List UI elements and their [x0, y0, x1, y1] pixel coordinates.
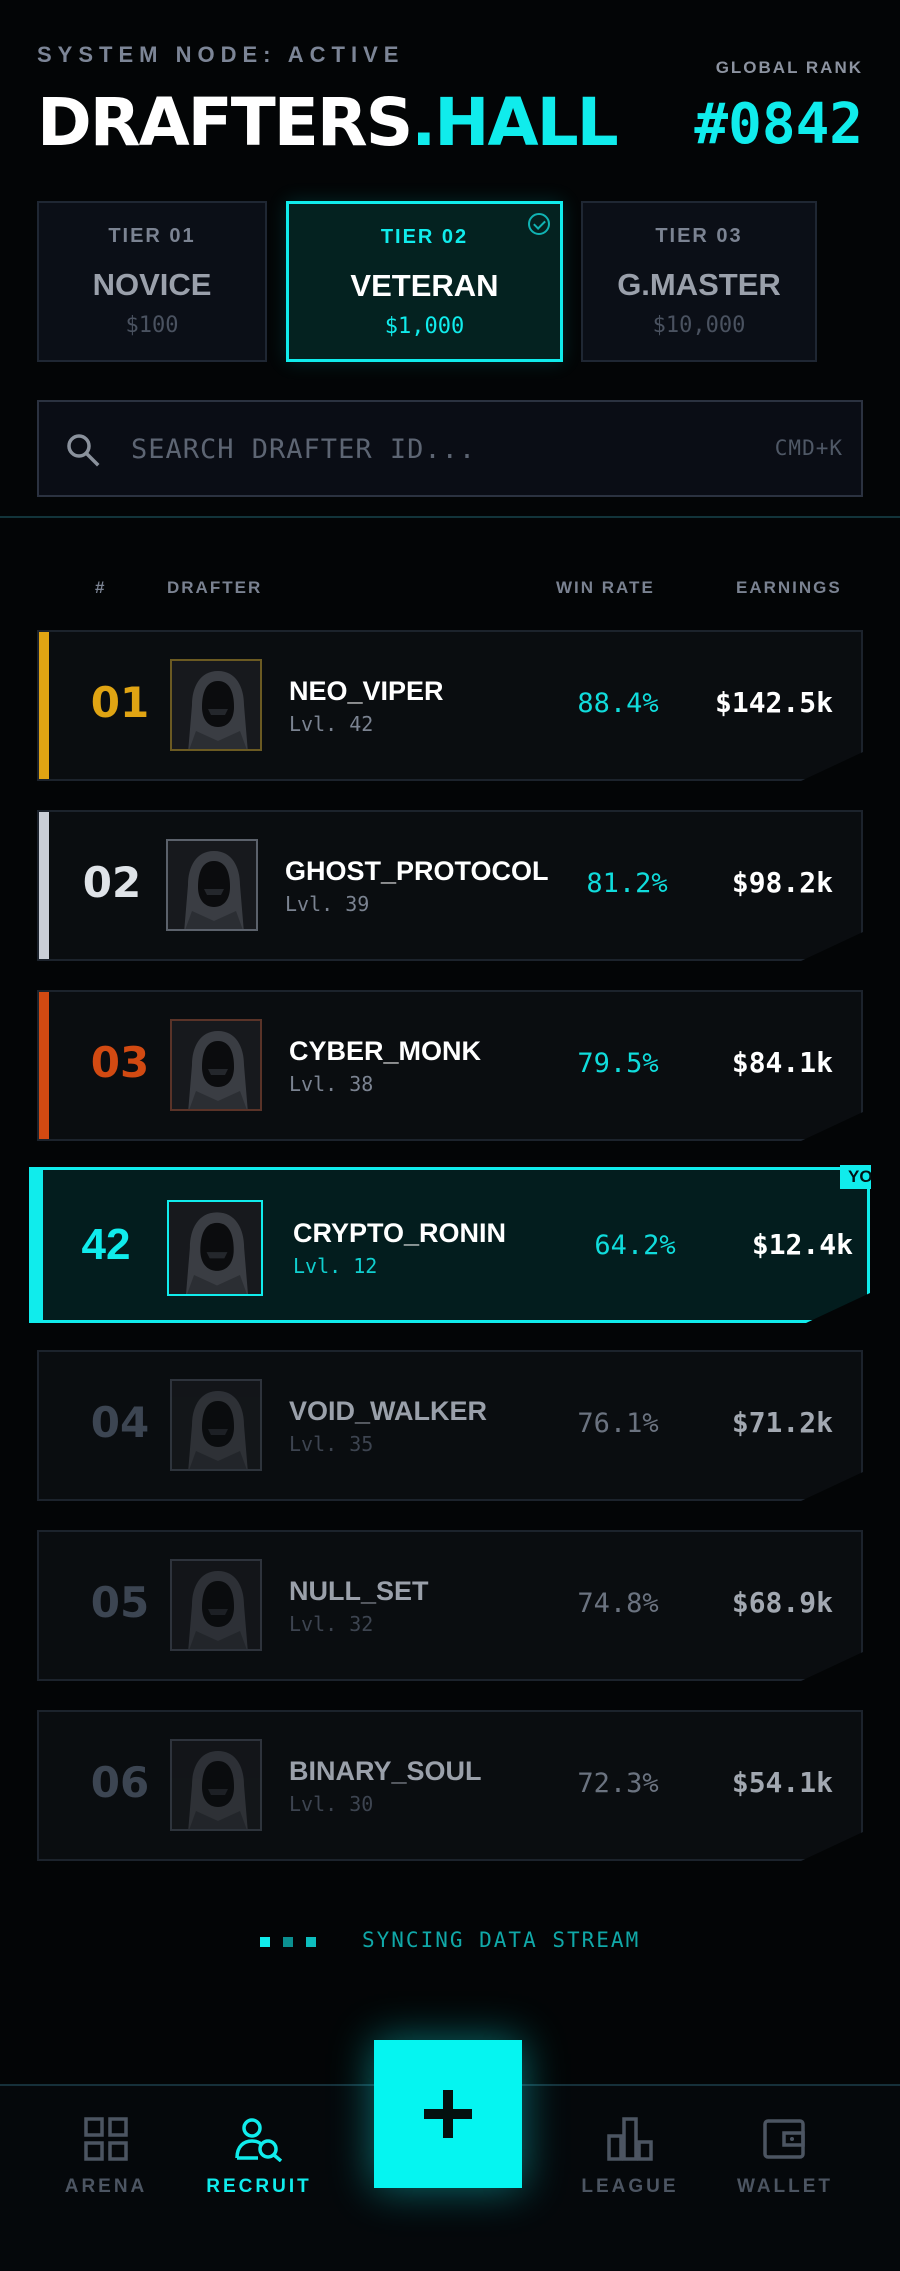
- win-rate: 64.2%: [594, 1230, 676, 1261]
- wallet-icon: [763, 2119, 805, 2159]
- rank-number: 06: [90, 1758, 150, 1807]
- tier-card-novice[interactable]: TIER 01 NOVICE $100: [37, 201, 267, 362]
- tier-price: $100: [125, 313, 179, 338]
- drafter-level: Lvl. 38: [289, 1072, 374, 1096]
- app-title: DRAFTERS.HALL: [37, 84, 619, 161]
- avatar: [170, 659, 262, 751]
- sync-status: SYNCING DATA STREAM: [0, 1925, 900, 1955]
- drafter-name: NEO_VIPER: [289, 676, 444, 706]
- tier-price: $10,000: [652, 313, 746, 338]
- loading-dots-icon: [260, 1934, 329, 1952]
- drafter-level: Lvl. 32: [289, 1612, 374, 1636]
- rank-accent-bar: [32, 1170, 43, 1320]
- drafter-level: Lvl. 12: [293, 1254, 378, 1278]
- win-rate: 81.2%: [586, 868, 668, 899]
- nav-item-recruit[interactable]: RECRUIT: [189, 2116, 329, 2198]
- search-bar[interactable]: CMD+K: [37, 400, 863, 497]
- tier-card-veteran[interactable]: TIER 02 VETERAN $1,000: [286, 201, 563, 362]
- tier-name: G.MASTER: [617, 267, 781, 302]
- avatar: [170, 1559, 262, 1651]
- search-input[interactable]: [131, 422, 731, 476]
- you-badge: YOU: [840, 1165, 871, 1189]
- tier-price: $1,000: [384, 314, 465, 339]
- leaderboard-row[interactable]: 02 GHOST_PROTOCOL Lvl. 39 81.2% $98.2k: [37, 810, 863, 961]
- rank-accent-bar: [39, 812, 49, 959]
- tier-name: VETERAN: [350, 268, 499, 303]
- tier-label: TIER 02: [380, 226, 469, 248]
- nav-item-wallet[interactable]: WALLET: [715, 2116, 855, 2198]
- earnings: $12.4k: [751, 1228, 853, 1261]
- rank-number: 04: [90, 1398, 150, 1447]
- add-button[interactable]: [374, 2040, 522, 2188]
- rank-accent-bar: [39, 632, 49, 779]
- drafter-name: BINARY_SOUL: [289, 1756, 482, 1786]
- brand-accent: .HALL: [411, 84, 618, 161]
- avatar: [170, 1379, 262, 1471]
- drafter-level: Lvl. 30: [289, 1792, 374, 1816]
- global-rank-label: GLOBAL RANK: [715, 58, 863, 77]
- drafter-level: Lvl. 35: [289, 1432, 374, 1456]
- drafter-level: Lvl. 39: [285, 892, 370, 916]
- win-rate: 74.8%: [577, 1588, 659, 1619]
- bar-chart-icon: [607, 2117, 653, 2161]
- rank-number: 01: [90, 678, 150, 727]
- tier-label: TIER 01: [108, 225, 196, 247]
- win-rate: 79.5%: [577, 1048, 659, 1079]
- nav-item-arena[interactable]: ARENA: [36, 2116, 176, 2198]
- drafter-name: GHOST_PROTOCOL: [285, 856, 549, 886]
- nav-label: LEAGUE: [581, 2176, 679, 2197]
- earnings: $68.9k: [731, 1586, 833, 1619]
- sync-label: SYNCING DATA STREAM: [362, 1928, 641, 1952]
- avatar: [166, 839, 258, 931]
- avatar: [170, 1739, 262, 1831]
- column-header-earnings: EARNINGS: [736, 578, 842, 597]
- nav-label: ARENA: [64, 2176, 148, 2197]
- leaderboard-row[interactable]: 05 NULL_SET Lvl. 32 74.8% $68.9k: [37, 1530, 863, 1681]
- tier-label: TIER 03: [655, 225, 743, 247]
- avatar: [167, 1200, 263, 1296]
- global-rank-value: #0842: [694, 92, 863, 157]
- brand-main: DRAFTERS: [37, 84, 413, 161]
- grid-icon: [84, 2117, 128, 2161]
- rank-number: 05: [90, 1578, 150, 1627]
- leaderboard-row[interactable]: 03 CYBER_MONK Lvl. 38 79.5% $84.1k: [37, 990, 863, 1141]
- rank-accent-bar: [39, 992, 49, 1139]
- win-rate: 72.3%: [577, 1768, 659, 1799]
- earnings: $84.1k: [731, 1046, 833, 1079]
- tier-name: NOVICE: [92, 267, 212, 302]
- leaderboard-row-current-user[interactable]: 42 CRYPTO_RONIN Lvl. 12 64.2% $12.4k: [29, 1167, 870, 1323]
- rank-number: 42: [81, 1220, 131, 1269]
- section-divider: [0, 516, 900, 518]
- drafter-name: CRYPTO_RONIN: [293, 1218, 507, 1248]
- win-rate: 76.1%: [577, 1408, 659, 1439]
- avatar: [170, 1019, 262, 1111]
- drafter-name: VOID_WALKER: [289, 1396, 488, 1426]
- system-status: SYSTEM NODE: ACTIVE: [37, 42, 405, 67]
- earnings: $54.1k: [731, 1766, 833, 1799]
- nav-label: WALLET: [736, 2176, 834, 2197]
- nav-item-league[interactable]: LEAGUE: [560, 2116, 700, 2198]
- nav-label: RECRUIT: [206, 2176, 312, 2197]
- leaderboard-row[interactable]: 01 NEO_VIPER Lvl. 42 88.4% $142.5k: [37, 630, 863, 781]
- column-header-win-rate: WIN RATE: [556, 578, 655, 597]
- column-header-drafter: DRAFTER: [167, 578, 263, 597]
- drafter-name: NULL_SET: [289, 1576, 429, 1606]
- tier-card-grandmaster[interactable]: TIER 03 G.MASTER $10,000: [581, 201, 817, 362]
- leaderboard-row[interactable]: 04 VOID_WALKER Lvl. 35 76.1% $71.2k: [37, 1350, 863, 1501]
- user-search-icon: [235, 2118, 283, 2162]
- rank-number: 03: [90, 1038, 150, 1087]
- column-header-rank: #: [95, 578, 107, 597]
- drafter-name: CYBER_MONK: [289, 1036, 482, 1066]
- earnings: $71.2k: [731, 1406, 833, 1439]
- search-icon: [67, 434, 100, 467]
- drafter-level: Lvl. 42: [289, 712, 374, 736]
- win-rate: 88.4%: [577, 688, 659, 719]
- search-shortcut-hint: CMD+K: [774, 436, 843, 460]
- rank-number: 02: [82, 858, 142, 907]
- leaderboard-row[interactable]: 06 BINARY_SOUL Lvl. 30 72.3% $54.1k: [37, 1710, 863, 1861]
- earnings: $98.2k: [731, 866, 833, 899]
- earnings: $142.5k: [714, 686, 833, 719]
